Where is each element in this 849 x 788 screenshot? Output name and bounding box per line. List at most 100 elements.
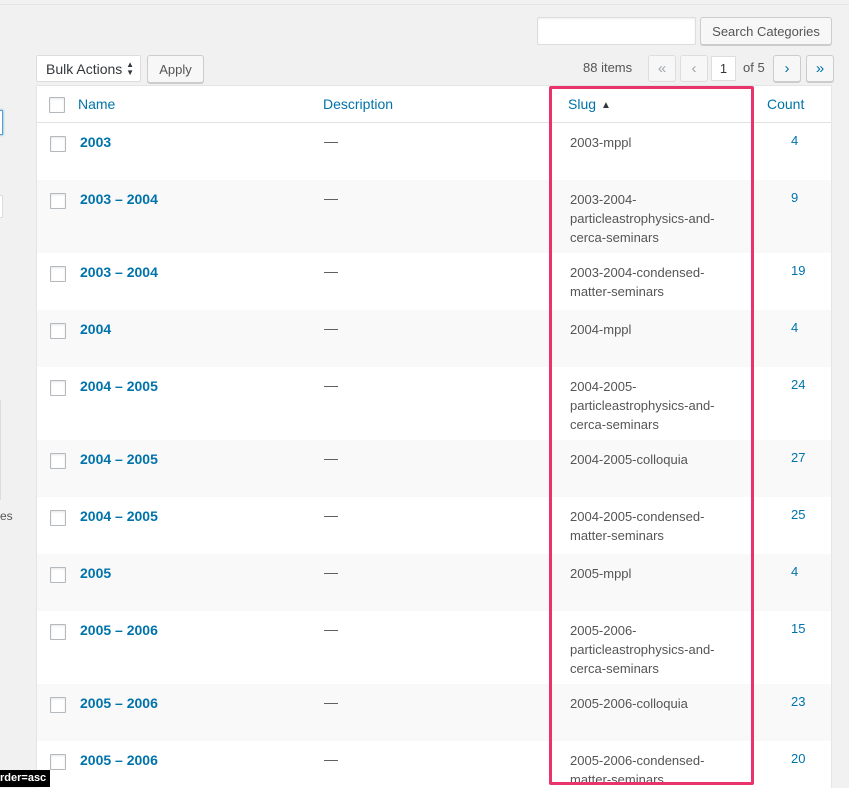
slug-line: particleastrophysics-and- bbox=[570, 642, 715, 657]
row-checkbox[interactable] bbox=[50, 380, 66, 396]
select-all-checkbox[interactable] bbox=[49, 97, 65, 113]
category-description: — bbox=[324, 507, 338, 523]
select-arrows-icon: ▲ ▼ bbox=[126, 60, 134, 77]
category-name-link[interactable]: 2004 – 2005 bbox=[80, 378, 158, 394]
search-input[interactable] bbox=[537, 17, 696, 45]
table-row: 2005 — 2005-mppl 4 bbox=[37, 554, 831, 611]
category-name-link[interactable]: 2004 – 2005 bbox=[80, 508, 158, 524]
row-checkbox[interactable] bbox=[50, 624, 66, 640]
slug-line: 2003-2004-condensed- bbox=[570, 265, 705, 280]
category-description: — bbox=[324, 621, 338, 637]
category-slug: 2003-mppl bbox=[570, 133, 735, 152]
category-description: — bbox=[324, 263, 338, 279]
row-checkbox[interactable] bbox=[50, 754, 66, 770]
category-description: — bbox=[324, 377, 338, 393]
category-description-textarea[interactable] bbox=[0, 400, 1, 500]
category-count-link[interactable]: 24 bbox=[791, 377, 805, 392]
column-header-name[interactable]: Name bbox=[78, 96, 115, 112]
slug-line: 2005-2006-colloquia bbox=[570, 696, 688, 711]
last-page-button[interactable]: » bbox=[806, 55, 834, 82]
category-slug: 2004-2005-condensed-matter-seminars bbox=[570, 507, 735, 545]
slug-line: 2003-mppl bbox=[570, 135, 632, 150]
previous-page-button: ‹ bbox=[680, 55, 708, 82]
sort-ascending-icon: ▲ bbox=[601, 100, 611, 111]
slug-line: cerca-seminars bbox=[570, 417, 659, 432]
categories-table: Name Description Slug ▲ Count 2003 — 2003-m… bbox=[36, 85, 832, 788]
category-name-link[interactable]: 2004 bbox=[80, 321, 111, 337]
next-page-button[interactable]: › bbox=[773, 55, 801, 82]
total-pages-label: of 5 bbox=[743, 60, 765, 75]
category-name-link[interactable]: 2005 – 2006 bbox=[80, 622, 158, 638]
first-page-button: « bbox=[648, 55, 676, 82]
slug-line: particleastrophysics-and- bbox=[570, 398, 715, 413]
category-count-link[interactable]: 15 bbox=[791, 621, 805, 636]
table-row: 2005 – 2006 — 2005-2006-colloquia 23 bbox=[37, 684, 831, 741]
apply-button[interactable]: Apply bbox=[147, 55, 204, 83]
column-header-count[interactable]: Count bbox=[767, 96, 804, 112]
slug-line: particleastrophysics-and- bbox=[570, 211, 715, 226]
category-count-link[interactable]: 23 bbox=[791, 694, 805, 709]
category-slug: 2004-mppl bbox=[570, 320, 735, 339]
category-description: — bbox=[324, 133, 338, 149]
category-description: — bbox=[324, 564, 338, 580]
slug-line: 2003-2004- bbox=[570, 192, 637, 207]
category-slug: 2005-2006- particleastrophysics-and-cerca… bbox=[570, 621, 735, 678]
column-header-slug[interactable]: Slug ▲ bbox=[568, 96, 611, 112]
table-header: Name Description Slug ▲ Count bbox=[37, 86, 831, 123]
category-count-link[interactable]: 20 bbox=[791, 751, 805, 766]
category-description: — bbox=[324, 694, 338, 710]
slug-line: 2005-2006-condensed- bbox=[570, 753, 705, 768]
table-row: 2003 — 2003-mppl 4 bbox=[37, 123, 831, 180]
row-checkbox[interactable] bbox=[50, 453, 66, 469]
category-count-link[interactable]: 4 bbox=[791, 133, 798, 148]
category-slug: 2003-2004- particleastrophysics-and-cerca… bbox=[570, 190, 735, 247]
table-row: 2004 — 2004-mppl 4 bbox=[37, 310, 831, 367]
category-name-link[interactable]: 2005 – 2006 bbox=[80, 752, 158, 768]
row-checkbox[interactable] bbox=[50, 567, 66, 583]
table-row: 2005 – 2006 — 2005-2006-condensed-matter-s… bbox=[37, 741, 831, 788]
category-count-link[interactable]: 9 bbox=[791, 190, 798, 205]
row-checkbox[interactable] bbox=[50, 510, 66, 526]
category-count-link[interactable]: 19 bbox=[791, 263, 805, 278]
category-slug: 2005-2006-colloquia bbox=[570, 694, 735, 713]
category-name-input[interactable] bbox=[0, 110, 3, 135]
category-name-link[interactable]: 2003 bbox=[80, 134, 111, 150]
table-row: 2004 – 2005 — 2004-2005-condensed-matter-s… bbox=[37, 497, 831, 554]
table-row: 2004 – 2005 — 2004-2005- particleastrophysi… bbox=[37, 367, 831, 440]
category-description: — bbox=[324, 450, 338, 466]
slug-line: 2004-2005-colloquia bbox=[570, 452, 688, 467]
current-page-input[interactable]: 1 bbox=[711, 56, 736, 81]
bulk-actions-select[interactable]: Bulk Actions ▲ ▼ bbox=[36, 55, 141, 82]
table-row: 2003 – 2004 — 2003-2004- particleastrophysi… bbox=[37, 180, 831, 253]
category-count-link[interactable]: 27 bbox=[791, 450, 805, 465]
row-checkbox[interactable] bbox=[50, 193, 66, 209]
category-name-link[interactable]: 2003 – 2004 bbox=[80, 191, 158, 207]
search-categories-button[interactable]: Search Categories bbox=[700, 17, 832, 45]
category-name-link[interactable]: 2005 bbox=[80, 565, 111, 581]
category-count-link[interactable]: 4 bbox=[791, 320, 798, 335]
category-slug: 2004-2005- particleastrophysics-and-cerca… bbox=[570, 377, 735, 434]
slug-line: 2004-2005-condensed- bbox=[570, 509, 705, 524]
slug-line: 2005-mppl bbox=[570, 566, 632, 581]
slug-line: cerca-seminars bbox=[570, 661, 659, 676]
slug-line: 2004-mppl bbox=[570, 322, 632, 337]
row-checkbox[interactable] bbox=[50, 697, 66, 713]
category-description: — bbox=[324, 320, 338, 336]
slug-line: 2005-2006- bbox=[570, 623, 637, 638]
column-header-description[interactable]: Description bbox=[323, 96, 393, 112]
category-count-link[interactable]: 25 bbox=[791, 507, 805, 522]
row-checkbox[interactable] bbox=[50, 136, 66, 152]
row-checkbox[interactable] bbox=[50, 266, 66, 282]
left-panel-text-fragment: es bbox=[0, 509, 13, 523]
category-slug-input[interactable] bbox=[0, 195, 3, 218]
bulk-actions-selected-value: Bulk Actions bbox=[46, 60, 123, 77]
category-count-link[interactable]: 4 bbox=[791, 564, 798, 579]
top-divider bbox=[0, 0, 849, 5]
table-row: 2003 – 2004 — 2003-2004-condensed-matter-s… bbox=[37, 253, 831, 310]
row-checkbox[interactable] bbox=[50, 323, 66, 339]
table-row: 2005 – 2006 — 2005-2006- particleastrophysi… bbox=[37, 611, 831, 684]
category-name-link[interactable]: 2005 – 2006 bbox=[80, 695, 158, 711]
category-name-link[interactable]: 2004 – 2005 bbox=[80, 451, 158, 467]
category-name-link[interactable]: 2003 – 2004 bbox=[80, 264, 158, 280]
category-slug: 2003-2004-condensed-matter-seminars bbox=[570, 263, 735, 301]
